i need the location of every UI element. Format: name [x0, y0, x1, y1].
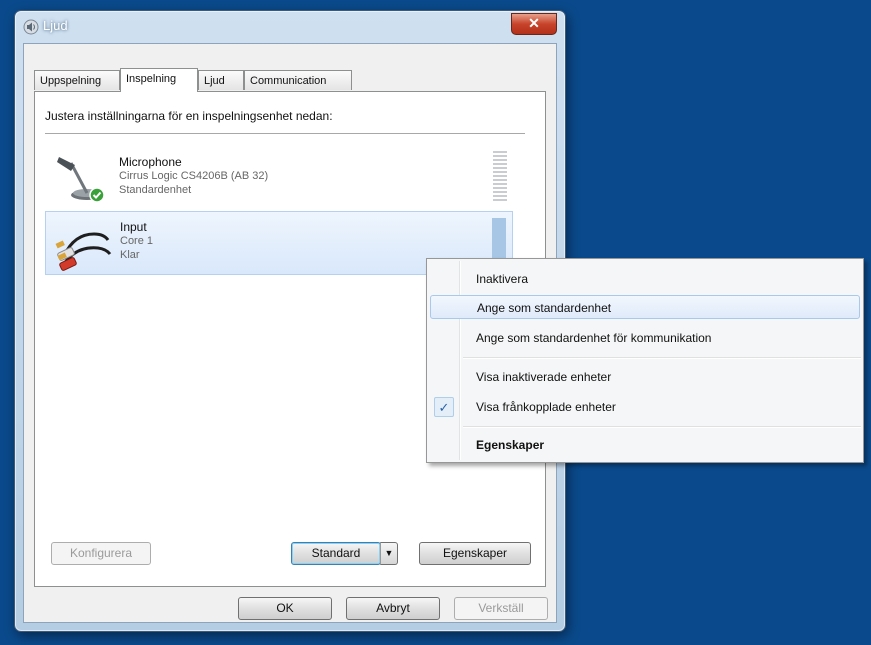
title-bar[interactable]: Ljud ✕: [15, 11, 565, 43]
instruction-text: Justera inställningarna för en inspelnin…: [45, 109, 333, 123]
device-name: Input: [120, 220, 147, 234]
menu-item-set-default[interactable]: Ange som standardenhet: [430, 295, 860, 319]
menu-item-label: Ange som standardenhet för kommunikation: [476, 331, 712, 345]
level-meter: [493, 151, 507, 203]
close-icon: ✕: [528, 15, 540, 31]
device-context-menu: Inaktivera Ange som standardenhet Ange s…: [426, 258, 864, 463]
microphone-icon: [57, 157, 105, 203]
tab-playback[interactable]: Uppspelning: [34, 70, 120, 90]
menu-item-label: Inaktivera: [476, 272, 529, 286]
menu-separator: [463, 426, 861, 428]
window-title: Ljud: [43, 18, 68, 33]
speaker-icon: [23, 19, 39, 35]
menu-item-properties[interactable]: Egenskaper: [430, 433, 860, 457]
divider: [45, 133, 525, 134]
device-status: Klar: [120, 249, 140, 261]
set-default-button[interactable]: Standard: [291, 542, 381, 565]
tab-communication[interactable]: Communication: [244, 70, 352, 90]
ok-button[interactable]: OK: [238, 597, 332, 620]
menu-item-label: Visa inaktiverade enheter: [476, 370, 612, 384]
chevron-down-icon: ▼: [384, 548, 394, 558]
menu-item-set-default-communication[interactable]: Ange som standardenhet för kommunikation: [430, 326, 860, 350]
menu-item-show-disconnected[interactable]: ✓ Visa frånkopplade enheter: [430, 395, 860, 419]
menu-item-label: Ange som standardenhet: [477, 301, 612, 315]
properties-button[interactable]: Egenskaper: [419, 542, 531, 565]
device-description: Core 1: [120, 235, 154, 247]
menu-item-show-disabled[interactable]: Visa inaktiverade enheter: [430, 365, 860, 389]
configure-button[interactable]: Konfigurera: [51, 542, 151, 565]
tab-sounds[interactable]: Ljud: [198, 70, 244, 90]
cancel-button[interactable]: Avbryt: [346, 597, 440, 620]
tab-recording[interactable]: Inspelning: [120, 68, 198, 92]
close-button[interactable]: ✕: [511, 13, 557, 35]
menu-item-label: Egenskaper: [476, 438, 545, 452]
menu-item-disable[interactable]: Inaktivera: [430, 267, 860, 291]
device-status: Standardenhet: [119, 184, 192, 196]
device-name: Microphone: [119, 155, 182, 169]
apply-button[interactable]: Verkställ: [454, 597, 548, 620]
device-description: Cirrus Logic CS4206B (AB 32): [119, 170, 269, 182]
menu-item-label: Visa frånkopplade enheter: [476, 400, 616, 414]
set-default-dropdown[interactable]: ▼: [380, 542, 398, 565]
checkmark-icon: ✓: [434, 397, 454, 417]
menu-separator: [463, 357, 861, 359]
rca-cable-icon: [55, 232, 112, 271]
device-item-microphone[interactable]: Microphone Cirrus Logic CS4206B (AB 32) …: [45, 145, 513, 209]
